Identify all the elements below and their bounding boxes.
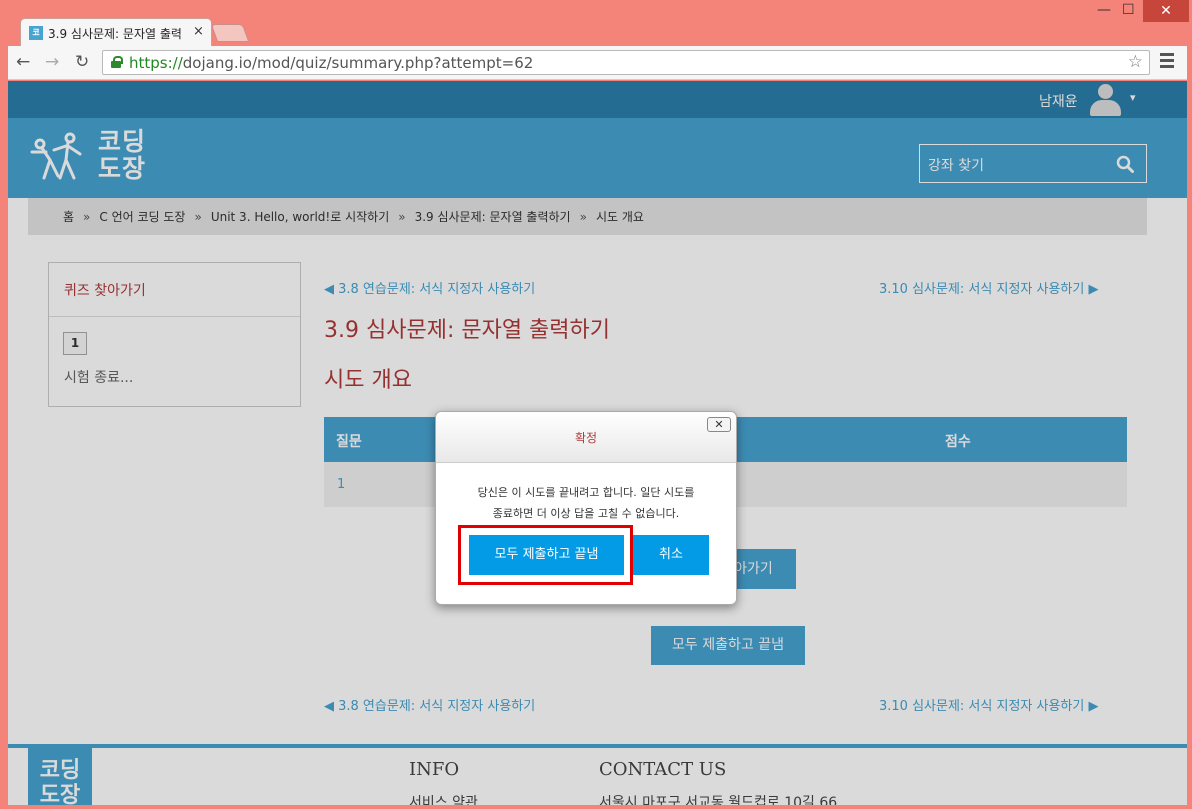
confirm-dialog: 확정 ✕ 당신은 이 시도를 끝내려고 합니다. 일단 시도를 종료하면 더 이…: [435, 411, 737, 605]
url-path: dojang.io/mod/quiz/summary.php?attempt=6…: [182, 54, 534, 72]
browser-menu-icon[interactable]: [1160, 53, 1174, 71]
dialog-message-line-1: 당신은 이 시도를 끝내려고 합니다. 일단 시도를: [477, 486, 695, 499]
dialog-header: 확정 ✕: [436, 412, 736, 463]
tab-close-icon[interactable]: ×: [193, 24, 204, 39]
dialog-close-icon[interactable]: ✕: [707, 417, 731, 432]
address-bar[interactable]: https://dojang.io/mod/quiz/summary.php?a…: [102, 50, 1150, 75]
maximize-icon[interactable]: ☐: [1122, 2, 1135, 18]
url-scheme: https://: [129, 54, 183, 72]
reload-icon[interactable]: ↻: [75, 52, 89, 72]
dialog-submit-all-button[interactable]: 모두 제출하고 끝냄: [469, 535, 624, 575]
bookmark-star-icon[interactable]: ☆: [1128, 52, 1143, 72]
tab-title: 3.9 심사문제: 문자열 출력: [48, 27, 182, 41]
browser-toolbar: ← → ↻ https://dojang.io/mod/quiz/summary…: [8, 46, 1187, 80]
dialog-message-line-2: 종료하면 더 이상 답을 고칠 수 없습니다.: [492, 507, 680, 520]
browser-tab[interactable]: 코 3.9 심사문제: 문자열 출력 ×: [20, 18, 212, 46]
dialog-title: 확정: [574, 431, 598, 445]
url-text: https://dojang.io/mod/quiz/summary.php?a…: [129, 54, 533, 72]
browser-titlebar: 코 3.9 심사문제: 문자열 출력 × — ☐ ✕: [0, 0, 1192, 46]
dialog-cancel-button[interactable]: 취소: [633, 535, 709, 575]
back-arrow-icon[interactable]: ←: [16, 52, 30, 72]
dialog-message: 당신은 이 시도를 끝내려고 합니다. 일단 시도를 종료하면 더 이상 답을 …: [446, 482, 726, 524]
page-content: 남재윤 ▾ 코딩 도장 강좌 찾기 홈 » C 언어 코딩 도장 » Unit …: [8, 81, 1187, 805]
minimize-icon[interactable]: —: [1097, 2, 1111, 18]
lock-icon: [111, 56, 123, 68]
dojang-favicon-icon: 코: [29, 26, 43, 40]
window-close-icon[interactable]: ✕: [1143, 0, 1189, 22]
new-tab-button[interactable]: [210, 24, 250, 42]
forward-arrow-icon[interactable]: →: [45, 52, 59, 72]
